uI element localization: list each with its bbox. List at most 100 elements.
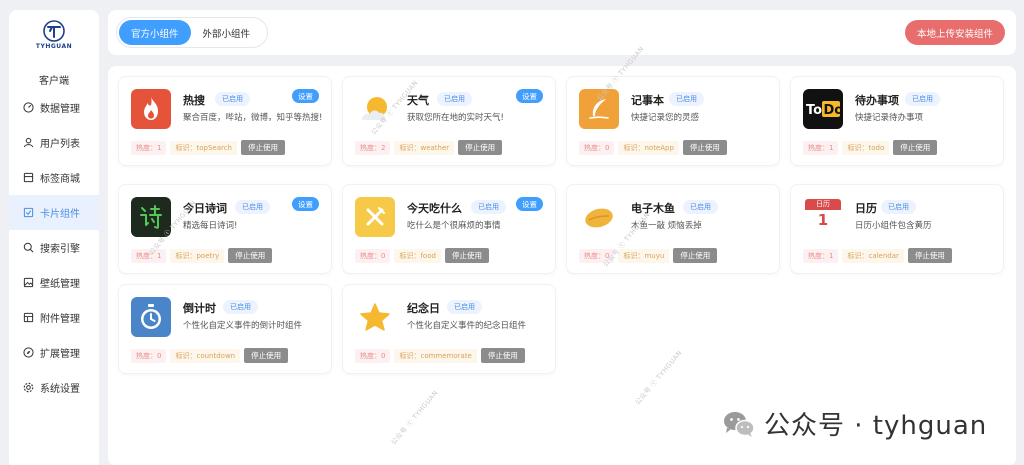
id-badge: 标识： countdown [170, 348, 241, 363]
stopwatch-icon [131, 297, 171, 337]
widget-title: 记事本 [631, 94, 664, 107]
sidebar-item-label: 壁纸管理 [40, 279, 80, 290]
stop-using-button[interactable]: 停止使用 [682, 140, 727, 155]
calendar-icon-header: 日历 [805, 199, 841, 210]
id-badge: 标识： weather [394, 140, 455, 155]
heat-badge: 热度： 1 [131, 140, 167, 155]
sidebar-item-data[interactable]: 数据管理 [9, 90, 99, 125]
stop-using-button[interactable]: 停止使用 [241, 140, 285, 155]
status-badge: 已启用 [669, 92, 704, 106]
stop-using-button[interactable]: 停止使用 [893, 140, 938, 155]
heat-value: 2 [381, 143, 386, 152]
heat-label: 热度： [360, 143, 381, 152]
widget-description: 个性化自定义事件的倒计时组件 [183, 321, 303, 331]
heat-badge: 热度： 0 [579, 140, 615, 155]
stop-using-button[interactable]: 停止使用 [458, 140, 503, 155]
widget-tabs: 官方小组件 外部小组件 [116, 17, 268, 48]
settings-button[interactable]: 设置 [292, 197, 319, 211]
id-label: 标识： [175, 251, 197, 260]
sidebar-item-extensions[interactable]: 扩展管理 [9, 335, 99, 370]
sidebar-item-tags[interactable]: 标签商城 [9, 160, 99, 195]
logo-icon [43, 20, 65, 42]
heat-label: 热度： [136, 143, 157, 152]
wooden-fish-icon [579, 197, 619, 237]
widget-description: 聚合百度，哔站，微博，知乎等热搜! [183, 113, 323, 123]
upload-install-button[interactable]: 本地上传安装组件 [904, 20, 1005, 45]
sidebar-item-cards[interactable]: 卡片组件 [9, 195, 99, 230]
sidebar-nav: 数据管理 用户列表 标签商城 卡片组件 搜索引擎 壁纸管理 附件管理 扩展管理 [9, 90, 99, 405]
sidebar-item-search[interactable]: 搜索引擎 [9, 230, 99, 265]
settings-button[interactable]: 设置 [292, 89, 319, 103]
sidebar-item-label: 系统设置 [40, 384, 80, 395]
stop-using-button[interactable]: 停止使用 [444, 248, 489, 263]
id-badge: 标识： food [394, 248, 441, 263]
widget-title: 今天吃什么 [407, 202, 462, 215]
id-value: noteApp [644, 143, 674, 152]
tab-official-widgets[interactable]: 官方小组件 [119, 20, 191, 45]
client-label: 客户端 [39, 76, 69, 87]
heat-label: 热度： [136, 351, 157, 360]
heat-value: 0 [381, 251, 386, 260]
widget-description: 吃什么是个很麻烦的事情 [407, 221, 501, 231]
widget-title: 倒计时 [183, 302, 216, 315]
status-badge: 已启用 [215, 92, 250, 106]
id-label: 标识： [175, 143, 197, 152]
heat-badge: 热度： 0 [355, 248, 391, 263]
settings-button[interactable]: 设置 [516, 197, 543, 211]
sidebar-item-attachments[interactable]: 附件管理 [9, 300, 99, 335]
heat-value: 0 [157, 351, 162, 360]
widget-title: 纪念日 [407, 302, 440, 315]
id-label: 标识： [847, 251, 869, 260]
heat-value: 0 [605, 143, 610, 152]
id-value: todo [868, 143, 885, 152]
widget-card-commemorate: 纪念日 已启用 个性化自定义事件的纪念日组件 热度： 0 标识： commemora… [342, 284, 556, 374]
sidebar-item-label: 数据管理 [40, 104, 80, 115]
id-label: 标识： [399, 143, 421, 152]
stop-using-button[interactable]: 停止使用 [244, 348, 289, 363]
widget-title: 电子木鱼 [631, 202, 675, 215]
stop-using-button[interactable]: 停止使用 [228, 248, 273, 263]
heat-label: 热度： [360, 351, 381, 360]
id-label: 标识： [623, 143, 645, 152]
stop-using-button[interactable]: 停止使用 [673, 248, 718, 263]
heat-value: 1 [829, 251, 834, 260]
search-icon [23, 242, 34, 253]
tab-external-widgets[interactable]: 外部小组件 [191, 20, 263, 45]
id-value: commemorate [420, 351, 472, 360]
sidebar-item-label: 扩展管理 [40, 349, 80, 360]
sidebar: TYHGUAN 客户端 数据管理 用户列表 标签商城 卡片组件 搜索引擎 壁纸管… [9, 10, 99, 465]
widget-description: 获取您所在地的实时天气! [407, 113, 504, 123]
widget-footer: 热度： 1 标识： topSearch 停止使用 [131, 140, 285, 155]
widget-footer: 热度： 0 标识： commemorate 停止使用 [355, 348, 525, 363]
id-badge: 标识： topSearch [170, 140, 237, 155]
sidebar-item-label: 用户列表 [40, 139, 80, 150]
widget-description: 精选每日诗词! [183, 221, 238, 231]
status-badge: 已启用 [683, 200, 718, 214]
compass-icon [23, 347, 34, 358]
wechat-icon [724, 411, 755, 437]
user-icon [23, 137, 34, 148]
status-badge: 已启用 [905, 92, 940, 106]
heat-value: 1 [829, 143, 834, 152]
stop-using-button[interactable]: 停止使用 [907, 248, 952, 263]
sidebar-item-users[interactable]: 用户列表 [9, 125, 99, 160]
svg-text:Do: Do [824, 103, 842, 118]
stop-using-button[interactable]: 停止使用 [480, 348, 525, 363]
id-value: countdown [196, 351, 236, 360]
status-badge: 已启用 [471, 200, 506, 214]
settings-button[interactable]: 设置 [516, 89, 543, 103]
id-badge: 标识： calendar [842, 248, 904, 263]
widget-footer: 热度： 1 标识： todo 停止使用 [803, 140, 938, 155]
widget-card-muyu: 电子木鱼 已启用 木鱼一敲 烦恼丢掉 热度： 0 标识： muyu 停止使用 [566, 184, 780, 274]
status-badge: 已启用 [447, 300, 482, 314]
id-badge: 标识： poetry [170, 248, 225, 263]
sidebar-item-settings[interactable]: 系统设置 [9, 370, 99, 405]
id-label: 标识： [399, 251, 421, 260]
id-label: 标识： [175, 351, 197, 360]
sidebar-item-wallpaper[interactable]: 壁纸管理 [9, 265, 99, 300]
sidebar-item-label: 卡片组件 [40, 209, 80, 220]
widget-footer: 热度： 0 标识： food 停止使用 [355, 248, 489, 263]
sidebar-item-label: 附件管理 [40, 314, 80, 325]
calendar-icon: 日历 1 [803, 197, 843, 237]
status-badge: 已启用 [223, 300, 258, 314]
